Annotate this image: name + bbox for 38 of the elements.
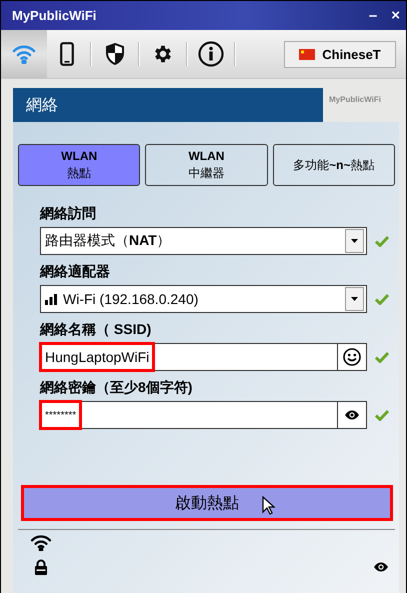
window-title: MyPublicWiFi <box>12 8 98 23</box>
field-label: 網絡名稱（ SSID) <box>40 321 152 339</box>
field-value: 路由器模式（NAT） <box>44 231 172 250</box>
language-button[interactable]: ChineseT <box>284 40 396 68</box>
caret-icon <box>351 297 358 301</box>
start-hotspot-button[interactable]: 啟動熱點 <box>21 485 393 521</box>
field-value: HungLaptopWiFi <box>41 344 154 370</box>
signal-icon <box>45 294 59 304</box>
eye-icon <box>373 562 389 572</box>
field-label: 網絡適配器 <box>40 263 111 281</box>
info-icon <box>198 41 224 67</box>
input-field[interactable]: ******** <box>40 401 367 429</box>
shield-icon <box>105 43 125 65</box>
dropdown-field[interactable]: Wi-Fi (192.168.0.240) <box>40 285 367 313</box>
eye-icon <box>344 410 360 420</box>
wifi-icon <box>12 44 36 64</box>
caret-icon <box>351 239 358 243</box>
smiley-icon <box>343 348 361 366</box>
minimize-button[interactable]: – <box>368 7 378 24</box>
cursor-icon <box>262 496 276 516</box>
mode-tab[interactable]: WLAN 熱點 <box>18 144 140 186</box>
phone-icon <box>60 42 74 66</box>
wifi-icon <box>30 534 52 551</box>
close-button[interactable]: × <box>391 7 400 24</box>
field-label: 網絡密鑰（至少8個字符) <box>40 379 194 397</box>
input-field[interactable]: HungLaptopWiFi <box>40 343 367 371</box>
dropdown-button[interactable] <box>345 229 364 253</box>
lock-icon <box>34 559 48 575</box>
panel-title: 網絡 <box>13 88 323 122</box>
flag-icon <box>299 48 316 60</box>
dropdown-button[interactable] <box>345 287 364 311</box>
dropdown-field[interactable]: 路由器模式（NAT） <box>40 227 367 255</box>
field-value: ******** <box>41 402 80 428</box>
field-value: Wi-Fi (192.168.0.240) <box>41 286 202 312</box>
mode-tab[interactable]: WLAN 中繼器 <box>145 144 268 186</box>
brand-label: MyPublicWiFi <box>329 95 381 104</box>
field-label: 網絡訪問 <box>40 205 97 223</box>
mode-tab[interactable]: 多功能~n~熱點 <box>272 144 395 186</box>
